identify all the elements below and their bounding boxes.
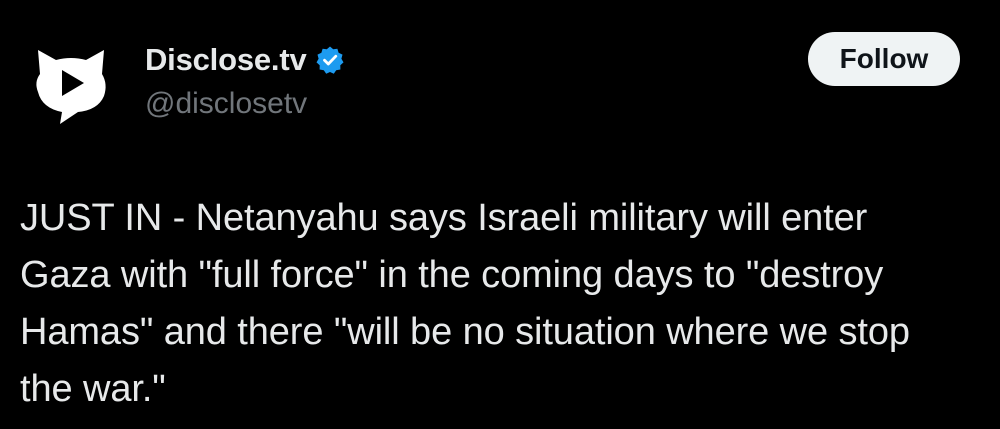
display-name[interactable]: Disclose.tv [145, 38, 307, 82]
follow-button[interactable]: Follow [808, 32, 960, 86]
verified-badge-icon [315, 45, 345, 75]
tweet-card: Disclose.tv @disclosetv Follow JUST IN -… [0, 0, 1000, 429]
tweet-text: JUST IN - Netanyahu says Israeli militar… [20, 197, 910, 410]
author-identity: Disclose.tv @disclosetv [145, 38, 345, 124]
name-row: Disclose.tv [145, 38, 345, 82]
handle[interactable]: @disclosetv [145, 84, 345, 124]
avatar[interactable] [28, 40, 114, 126]
disclose-tv-logo-icon [28, 40, 114, 126]
